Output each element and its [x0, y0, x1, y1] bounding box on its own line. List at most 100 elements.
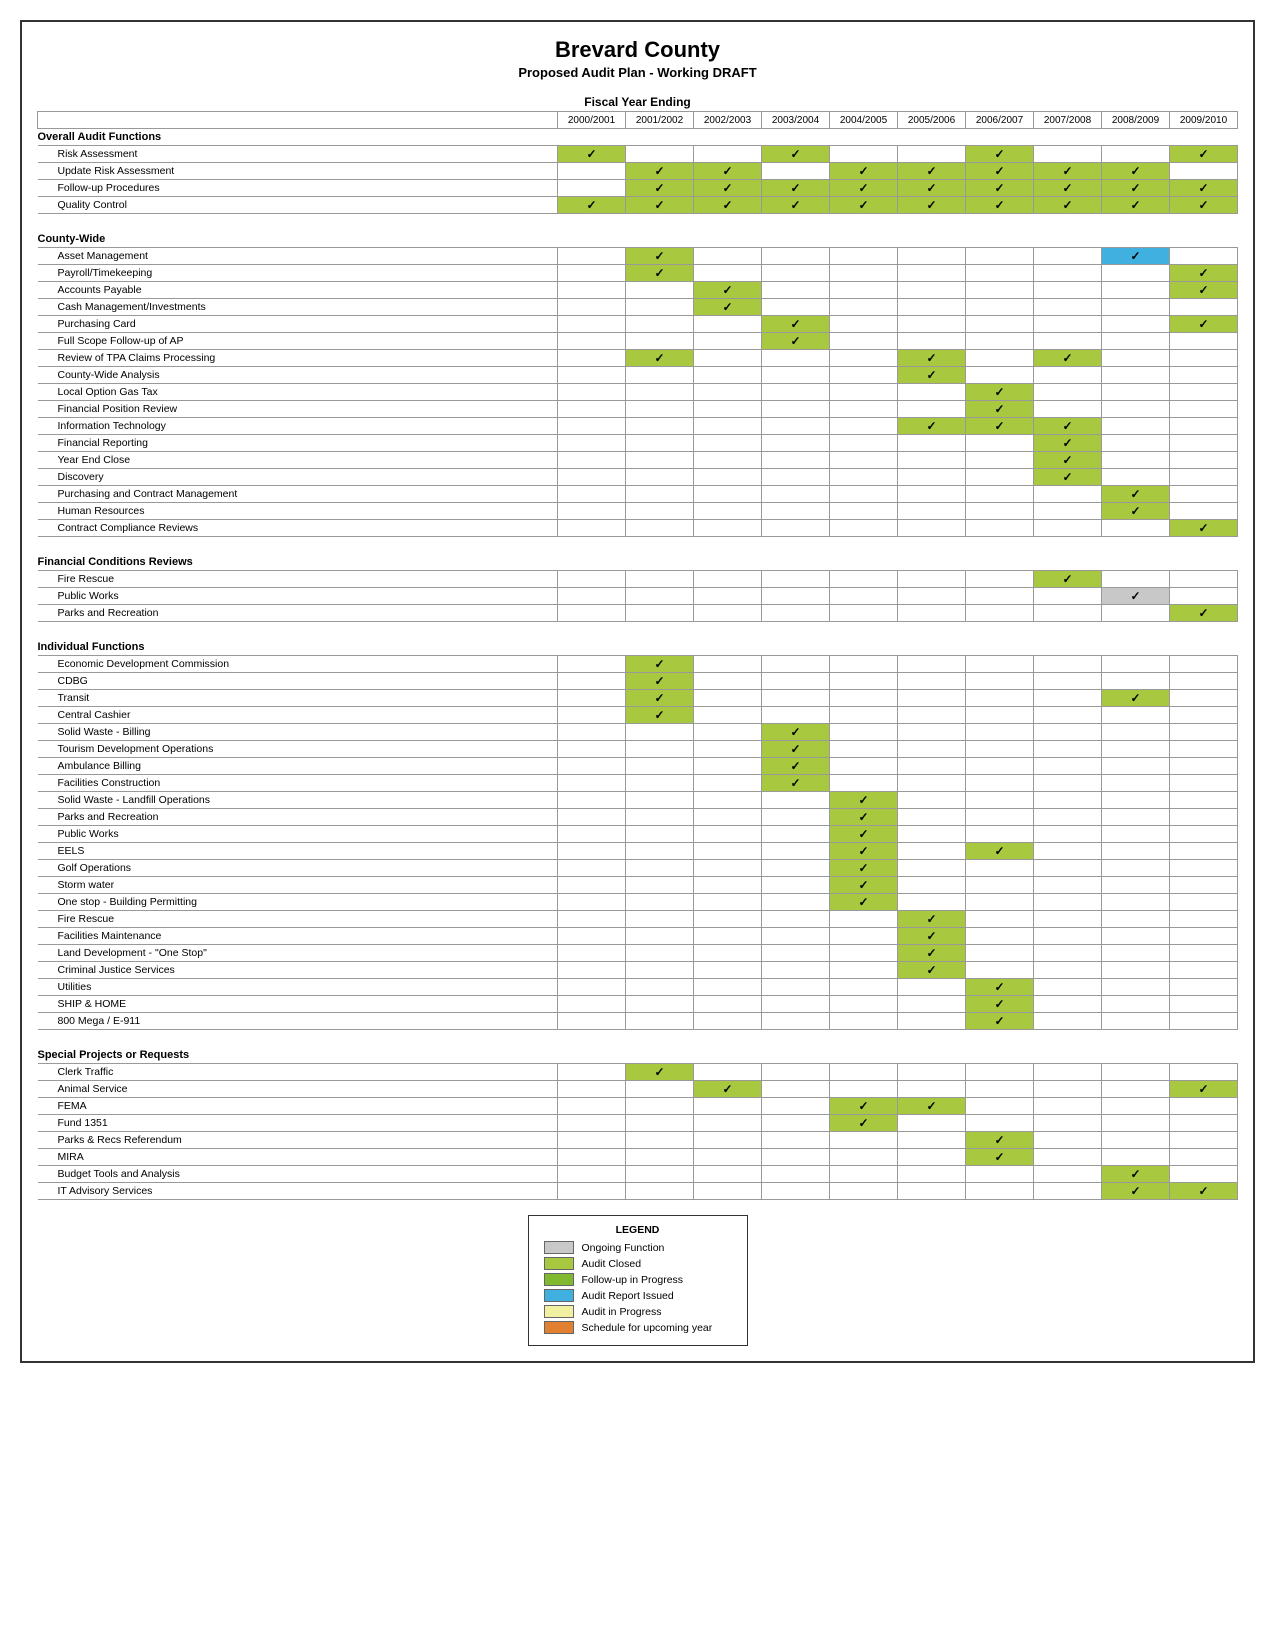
row-label: Information Technology	[38, 418, 558, 435]
row-label: Parks and Recreation	[38, 809, 558, 826]
audit-cell	[898, 248, 966, 265]
audit-cell	[558, 316, 626, 333]
check-mark: ✓	[1062, 419, 1072, 433]
legend-color-swatch	[544, 1289, 574, 1302]
audit-cell	[830, 996, 898, 1013]
audit-cell	[694, 894, 762, 911]
audit-cell	[1170, 163, 1238, 180]
audit-cell: ✓	[966, 996, 1034, 1013]
audit-cell	[558, 996, 626, 1013]
year-header: 2000/2001	[558, 112, 626, 129]
audit-cell	[762, 1149, 830, 1166]
audit-cell	[1034, 758, 1102, 775]
row-label: MIRA	[38, 1149, 558, 1166]
table-row: Human Resources✓	[38, 503, 1238, 520]
check-mark: ✓	[1062, 351, 1072, 365]
row-label: Human Resources	[38, 503, 558, 520]
check-mark: ✓	[654, 1065, 664, 1079]
audit-cell	[694, 435, 762, 452]
check-mark: ✓	[858, 810, 868, 824]
audit-cell	[1034, 996, 1102, 1013]
table-row: Clerk Traffic✓	[38, 1064, 1238, 1081]
audit-cell	[626, 1166, 694, 1183]
audit-cell	[626, 486, 694, 503]
row-label: Accounts Payable	[38, 282, 558, 299]
table-row: Solid Waste - Billing✓	[38, 724, 1238, 741]
audit-cell	[762, 911, 830, 928]
table-row: Review of TPA Claims Processing✓✓✓	[38, 350, 1238, 367]
check-mark: ✓	[994, 164, 1004, 178]
check-mark: ✓	[858, 793, 868, 807]
audit-cell: ✓	[830, 860, 898, 877]
audit-cell	[1102, 894, 1170, 911]
audit-cell	[830, 571, 898, 588]
row-label: CDBG	[38, 673, 558, 690]
audit-cell	[1102, 826, 1170, 843]
audit-cell: ✓	[966, 843, 1034, 860]
audit-cell: ✓	[1034, 350, 1102, 367]
table-row: County-Wide Analysis✓	[38, 367, 1238, 384]
table-row: One stop - Building Permitting✓	[38, 894, 1238, 911]
table-row: MIRA✓	[38, 1149, 1238, 1166]
audit-cell	[626, 1081, 694, 1098]
audit-cell	[1170, 826, 1238, 843]
audit-cell	[1034, 1115, 1102, 1132]
table-row: SHIP & HOME✓	[38, 996, 1238, 1013]
row-label: Quality Control	[38, 197, 558, 214]
audit-cell	[1034, 401, 1102, 418]
audit-cell	[1034, 146, 1102, 163]
row-label: FEMA	[38, 1098, 558, 1115]
audit-cell	[626, 520, 694, 537]
audit-cell	[626, 996, 694, 1013]
table-row: Fire Rescue ✓	[38, 911, 1238, 928]
audit-cell	[966, 741, 1034, 758]
audit-cell	[626, 1183, 694, 1200]
audit-cell	[898, 843, 966, 860]
check-mark: ✓	[722, 1082, 732, 1096]
audit-cell	[1170, 877, 1238, 894]
row-label: Parks and Recreation	[38, 605, 558, 622]
audit-cell: ✓	[626, 673, 694, 690]
audit-cell	[762, 435, 830, 452]
audit-cell	[898, 826, 966, 843]
audit-cell	[1034, 894, 1102, 911]
audit-cell	[1034, 979, 1102, 996]
audit-cell	[898, 673, 966, 690]
audit-cell	[898, 588, 966, 605]
audit-cell	[558, 979, 626, 996]
audit-cell	[830, 299, 898, 316]
check-mark: ✓	[926, 198, 936, 212]
legend-color-swatch	[544, 1321, 574, 1334]
audit-cell: ✓	[694, 299, 762, 316]
check-mark: ✓	[858, 827, 868, 841]
audit-cell	[626, 775, 694, 792]
audit-cell	[626, 758, 694, 775]
audit-cell: ✓	[1170, 197, 1238, 214]
audit-cell	[694, 843, 762, 860]
audit-cell	[1102, 299, 1170, 316]
audit-cell	[762, 163, 830, 180]
audit-cell	[762, 877, 830, 894]
row-label: County-Wide Analysis	[38, 367, 558, 384]
audit-cell	[694, 503, 762, 520]
audit-cell	[1170, 469, 1238, 486]
audit-cell	[830, 741, 898, 758]
audit-cell	[762, 299, 830, 316]
audit-cell	[694, 248, 762, 265]
audit-cell	[898, 1166, 966, 1183]
row-label: Storm water	[38, 877, 558, 894]
row-label: Fire Rescue	[38, 911, 558, 928]
audit-cell	[898, 571, 966, 588]
audit-cell	[558, 401, 626, 418]
audit-cell	[1102, 656, 1170, 673]
audit-cell: ✓	[830, 180, 898, 197]
audit-cell: ✓	[1034, 571, 1102, 588]
audit-cell	[762, 690, 830, 707]
audit-cell	[1170, 724, 1238, 741]
audit-cell	[830, 486, 898, 503]
audit-cell: ✓	[966, 1132, 1034, 1149]
audit-cell	[762, 996, 830, 1013]
check-mark: ✓	[1130, 1167, 1140, 1181]
audit-cell	[966, 588, 1034, 605]
check-mark: ✓	[926, 912, 936, 926]
